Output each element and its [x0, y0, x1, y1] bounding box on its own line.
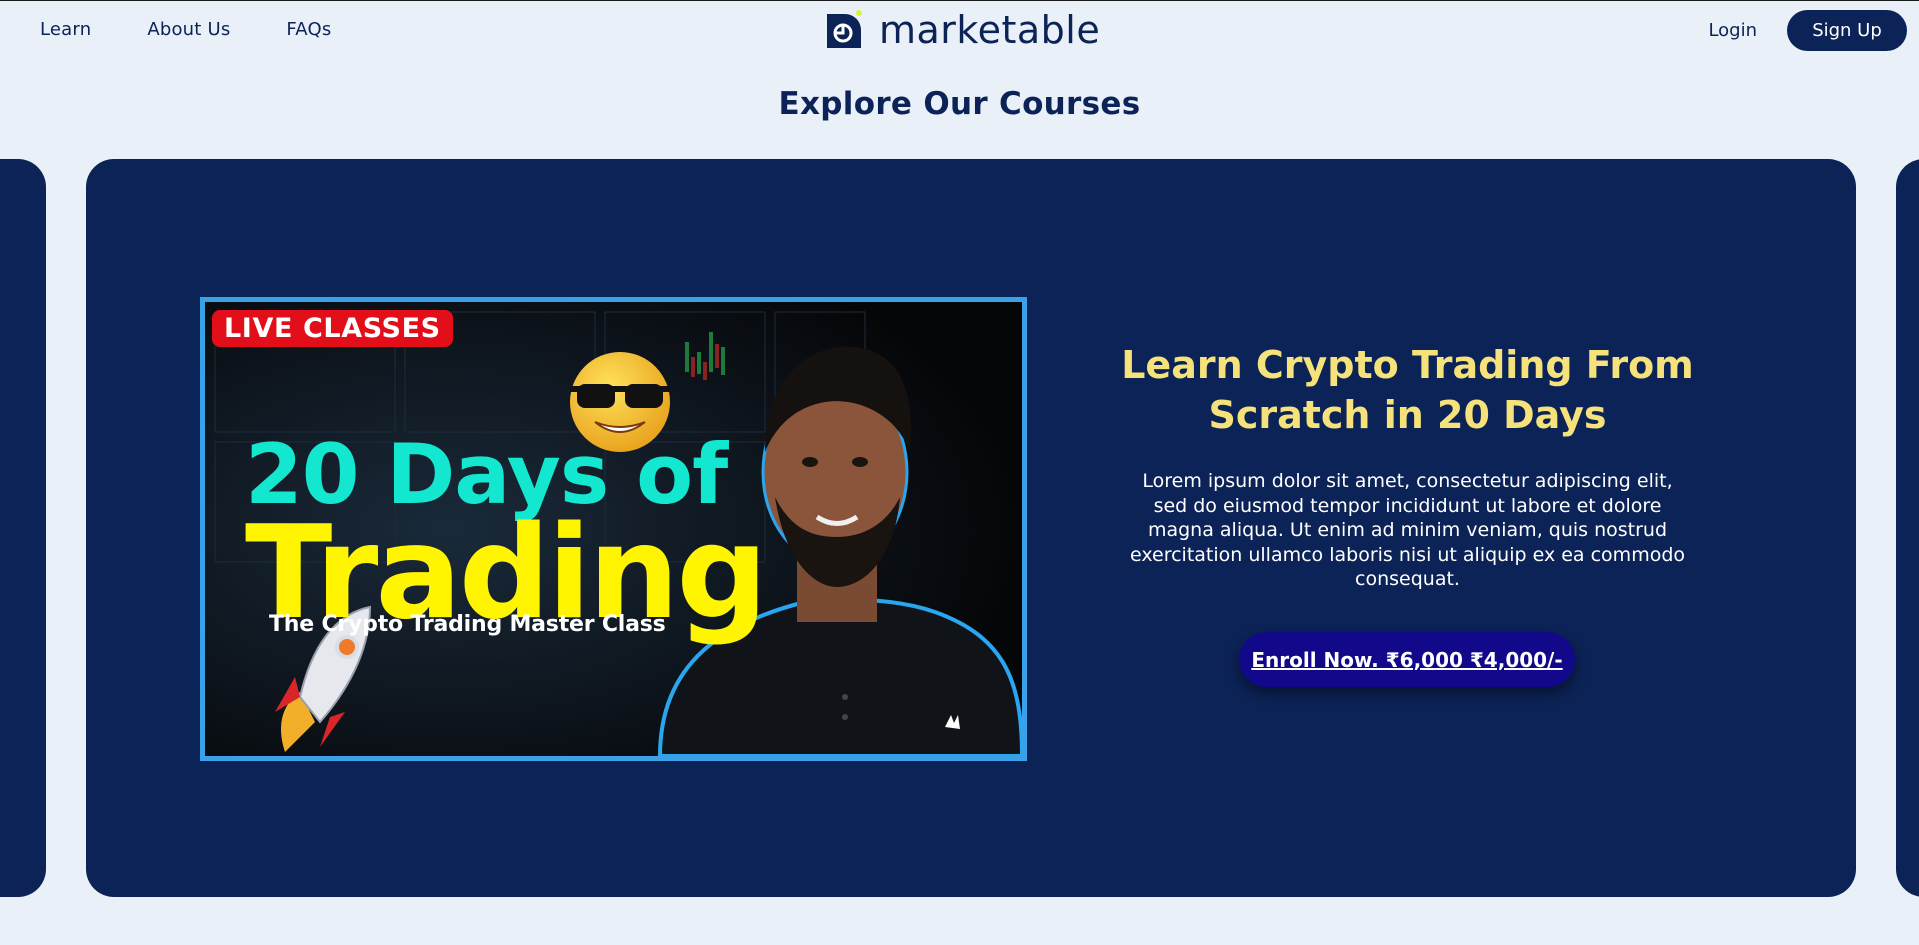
primary-nav: Learn About Us FAQs — [40, 19, 331, 40]
top-border — [0, 0, 1919, 1]
site-logo[interactable]: marketable — [825, 10, 1100, 50]
carousel-card-next[interactable] — [1896, 159, 1919, 897]
nav-learn[interactable]: Learn — [40, 19, 91, 40]
marketable-logo-icon — [825, 10, 863, 50]
logo-wordmark: marketable — [879, 8, 1101, 52]
nav-faqs[interactable]: FAQs — [286, 19, 331, 40]
enroll-button[interactable]: Enroll Now. ₹6,000 ₹4,000/- — [1239, 632, 1575, 687]
course-thumbnail[interactable]: LIVE CLASSES 20 Days of Trading The Cryp… — [200, 297, 1027, 761]
section-title: Explore Our Courses — [778, 86, 1141, 122]
signup-button[interactable]: Sign Up — [1787, 10, 1907, 51]
login-link[interactable]: Login — [1708, 20, 1757, 41]
nav-about-us[interactable]: About Us — [147, 19, 230, 40]
carousel-card-previous[interactable] — [0, 159, 46, 897]
live-classes-badge: LIVE CLASSES — [212, 310, 453, 347]
course-description: Lorem ipsum dolor sit amet, consectetur … — [1130, 470, 1686, 590]
thumbnail-subtitle: The Crypto Trading Master Class — [269, 612, 666, 637]
course-title: Learn Crypto Trading From Scratch in 20 … — [1121, 343, 1694, 437]
auth-nav: Login Sign Up — [1708, 10, 1907, 51]
